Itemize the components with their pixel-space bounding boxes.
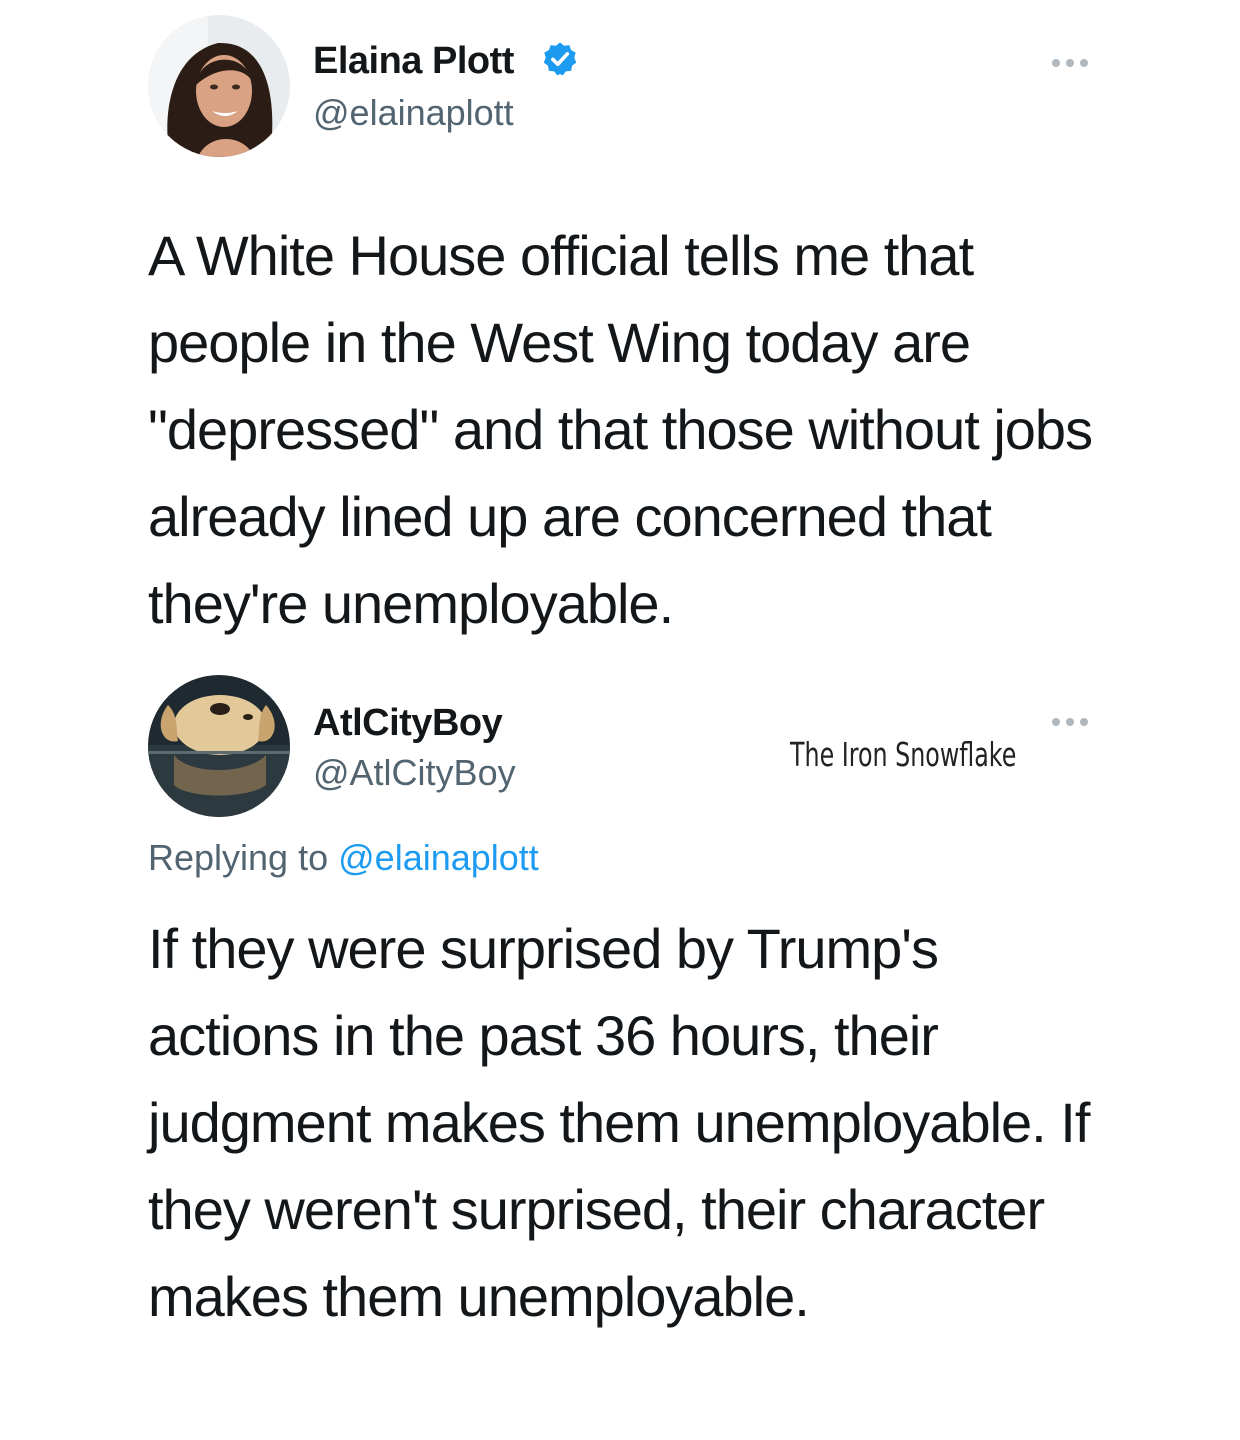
watermark-text: The Iron Snowflake (790, 735, 1017, 774)
replying-to-prefix: Replying to (148, 837, 329, 878)
more-horizontal-icon[interactable] (1050, 57, 1090, 69)
reply-text: If they were surprised by Trump's action… (148, 917, 1090, 1328)
verified-badge-icon (543, 42, 577, 76)
replying-to-handle-link[interactable]: @elainaplott (338, 837, 539, 878)
reply-author-handle[interactable]: @AtlCityBoy (313, 752, 516, 794)
reply-author-name[interactable]: AtlCityBoy (313, 702, 503, 745)
tweet-author-name[interactable]: Elaina Plott (313, 40, 514, 83)
tweet-text: A White House official tells me that peo… (148, 224, 1093, 635)
more-horizontal-icon[interactable] (1050, 716, 1090, 728)
atlcityboy-avatar[interactable] (148, 675, 290, 817)
tweet-author-handle[interactable]: @elainaplott (313, 92, 514, 134)
replying-to-line: Replying to @elainaplott (148, 837, 539, 879)
elaina-plott-avatar[interactable] (148, 15, 290, 157)
